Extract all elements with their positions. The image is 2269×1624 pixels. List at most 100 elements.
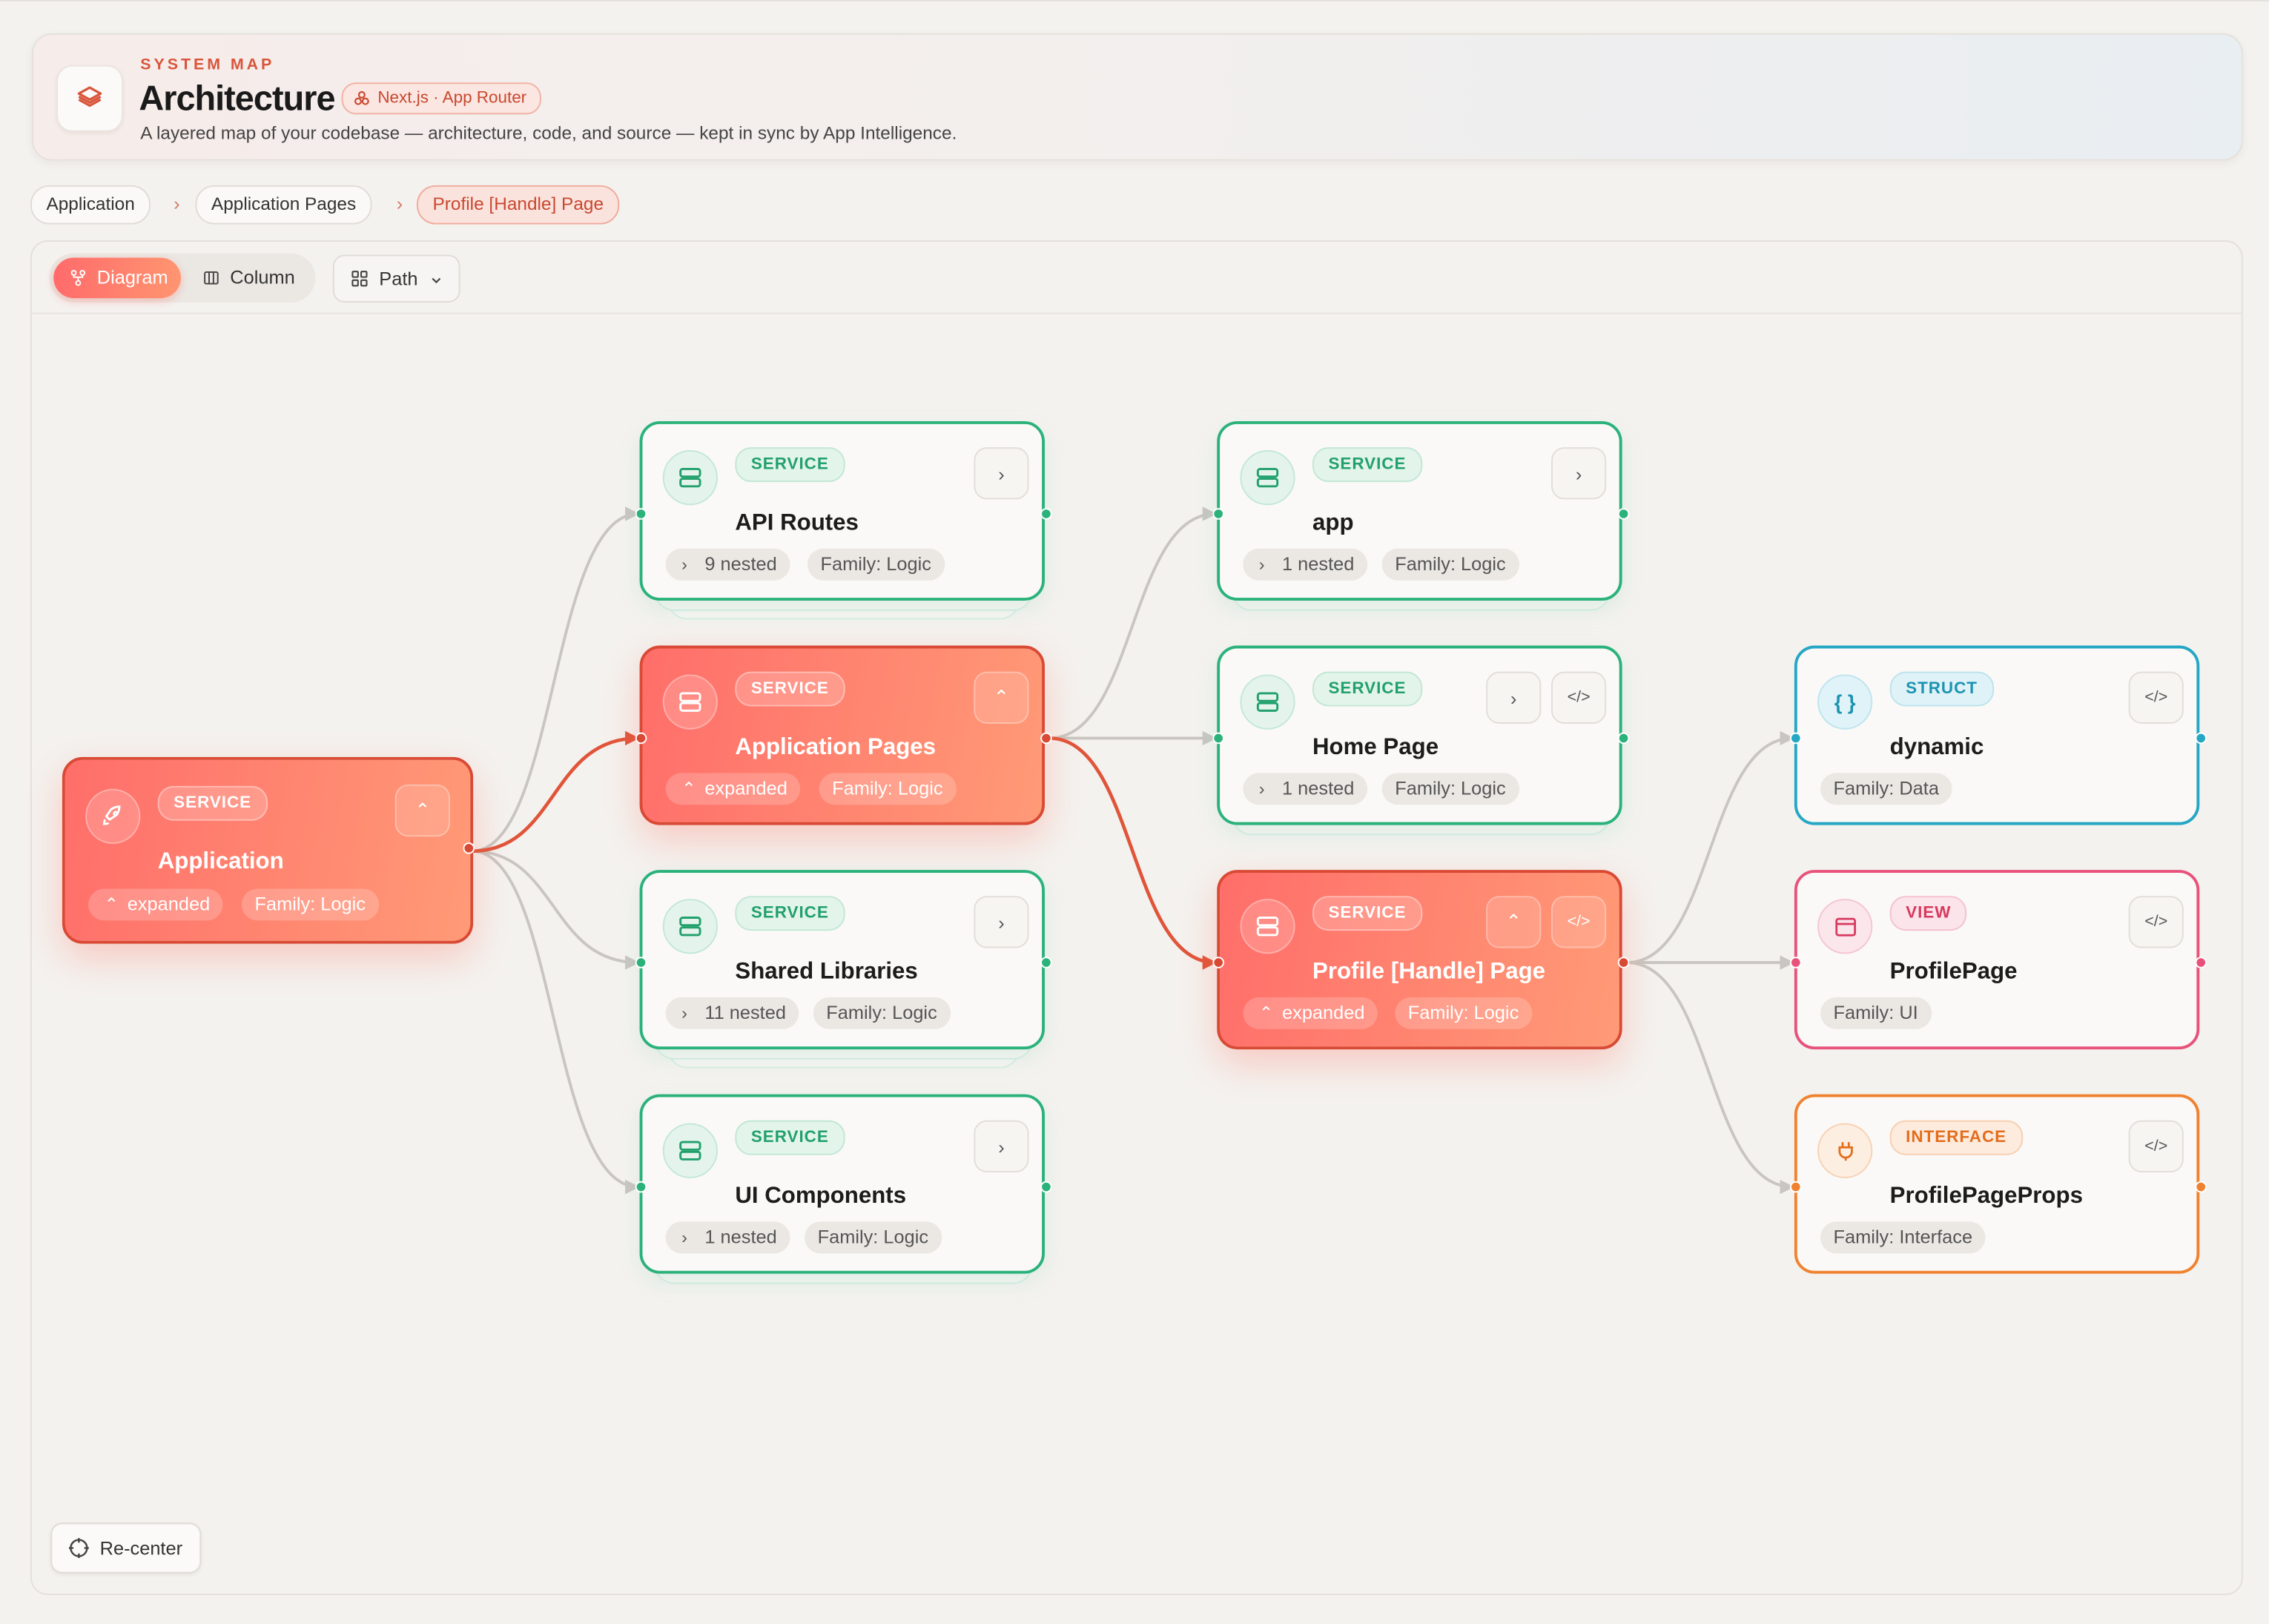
node-title: Application [157,849,284,874]
node-title: ProfilePage [1889,960,2018,985]
expand-chip[interactable]: › 1 nested [1243,773,1367,805]
code-icon: </> [1567,689,1591,707]
output-port[interactable] [1040,508,1052,520]
chevron-up-icon: ⌃ [104,894,119,915]
chevron-right-icon: › [1258,554,1265,575]
node-kind-badge: INTERFACE [1889,1120,2023,1155]
node-title: Profile [Handle] Page [1312,960,1546,985]
node-ui-components[interactable]: SERVICE UI Components › 1 nested Family: … [635,1094,1052,1274]
input-port[interactable] [635,732,647,745]
output-port[interactable] [1617,508,1630,520]
node-title: UI Components [735,1184,907,1209]
collapse-chip[interactable]: ⌃ expanded [665,773,801,805]
chevron-right-icon: › [1510,687,1517,709]
output-port[interactable] [2195,1181,2207,1193]
view-source-button[interactable]: </> [2128,671,2184,724]
node-title: Home Page [1312,735,1439,760]
input-port[interactable] [635,1181,647,1193]
output-port[interactable] [1040,957,1052,968]
input-port[interactable] [635,957,647,968]
node-profilepage[interactable]: VIEW ProfilePage Family: UI </> [1790,870,2207,1050]
chevron-up-icon: ⌃ [415,799,431,821]
node-kind-badge: SERVICE [1312,447,1422,482]
node-application[interactable]: SERVICE Application ⌃ expanded Family: Lo… [62,756,475,944]
input-port[interactable] [1212,732,1224,745]
chevron-right-icon: › [1575,462,1582,484]
drill-in-button[interactable]: › [974,447,1029,500]
view-source-button[interactable]: </> [1551,896,1607,948]
drill-in-button[interactable]: › [974,896,1029,948]
family-chip: Family: Logic [1381,548,1519,581]
chevron-up-icon: ⌃ [681,779,696,799]
input-port[interactable] [635,508,647,520]
edge-profile-to-dynamic [1626,730,1794,964]
node-title: dynamic [1889,735,1984,760]
server-icon [662,450,718,506]
collapse-chip[interactable]: ⌃ expanded [1243,997,1378,1029]
server-icon [1240,674,1295,730]
view-source-button[interactable]: </> [1551,671,1607,724]
input-port[interactable] [1790,1181,1802,1193]
collapse-button[interactable]: ⌃ [394,784,450,837]
chevron-right-icon: › [681,1003,687,1023]
drill-in-button[interactable]: › [1551,447,1607,500]
chevron-up-icon: ⌃ [1258,1003,1274,1023]
plug-icon [1817,1123,1873,1178]
input-port[interactable] [1790,957,1802,968]
collapse-chip[interactable]: ⌃ expanded [88,888,223,921]
family-chip: Family: Logic [819,773,957,805]
expand-chip[interactable]: › 11 nested [665,997,799,1029]
family-chip: Family: Logic [805,1221,942,1254]
view-source-button[interactable]: </> [2128,1120,2184,1173]
node-title: API Routes [735,511,859,536]
family-chip: Family: Interface [1820,1221,1986,1254]
output-port[interactable] [1617,957,1630,968]
code-icon: </> [2144,689,2168,707]
chevron-up-icon: ⌃ [1505,910,1522,933]
node-application-pages[interactable]: SERVICE Application Pages ⌃ expanded Fami… [635,645,1052,825]
output-port[interactable] [1617,732,1630,745]
expand-chip[interactable]: › 9 nested [665,548,790,581]
chevron-up-icon: ⌃ [993,686,1010,708]
node-kind-badge: SERVICE [735,1120,845,1155]
edge-application-to-api-routes [472,506,640,853]
server-icon [662,1123,718,1178]
node-profilepageprops[interactable]: INTERFACE ProfilePageProps Family: Inter… [1790,1094,2207,1274]
family-chip: Family: Logic [813,997,951,1029]
chevron-right-icon: › [998,1135,1005,1158]
server-icon [1240,899,1295,954]
node-api-routes[interactable]: SERVICE API Routes › 9 nested Family: Log… [635,421,1052,601]
node-kind-badge: SERVICE [735,896,845,931]
chevron-right-icon: › [681,1227,687,1248]
node-dynamic[interactable]: { } STRUCT dynamic Family: Data </> [1790,645,2207,825]
node-kind-badge: SERVICE [735,447,845,482]
expand-chip[interactable]: › 1 nested [665,1221,790,1254]
rocket-icon [85,788,141,844]
drill-in-button[interactable]: › [974,1120,1029,1173]
output-port[interactable] [2195,732,2207,745]
family-chip: Family: Logic [241,888,379,921]
node-app[interactable]: SERVICE app › 1 nested Family: Logic › [1212,421,1630,601]
node-shared-libraries[interactable]: SERVICE Shared Libraries › 11 nested Fami… [635,870,1052,1050]
collapse-button[interactable]: ⌃ [974,671,1029,724]
edge-profile-to-profilepageprops [1626,961,1794,1195]
edge-app-pages-to-app [1048,506,1218,740]
output-port[interactable] [463,842,475,854]
input-port[interactable] [1212,508,1224,520]
node-home-page[interactable]: SERVICE Home Page › 1 nested Family: Logi… [1212,645,1630,825]
family-chip: Family: Logic [1381,773,1519,805]
node-title: ProfilePageProps [1889,1184,2083,1209]
node-kind-badge: STRUCT [1889,671,1994,707]
output-port[interactable] [1040,1181,1052,1193]
output-port[interactable] [1040,732,1052,745]
drill-in-button[interactable]: › [1486,671,1542,724]
view-source-button[interactable]: </> [2128,896,2184,948]
code-icon: </> [2144,1138,2168,1155]
chevron-right-icon: › [1258,779,1265,799]
collapse-button[interactable]: ⌃ [1486,896,1542,948]
output-port[interactable] [2195,957,2207,968]
input-port[interactable] [1212,957,1224,968]
input-port[interactable] [1790,732,1802,745]
node-profile-handle-page[interactable]: SERVICE Profile [Handle] Page ⌃ expanded … [1212,870,1630,1050]
expand-chip[interactable]: › 1 nested [1243,548,1367,581]
